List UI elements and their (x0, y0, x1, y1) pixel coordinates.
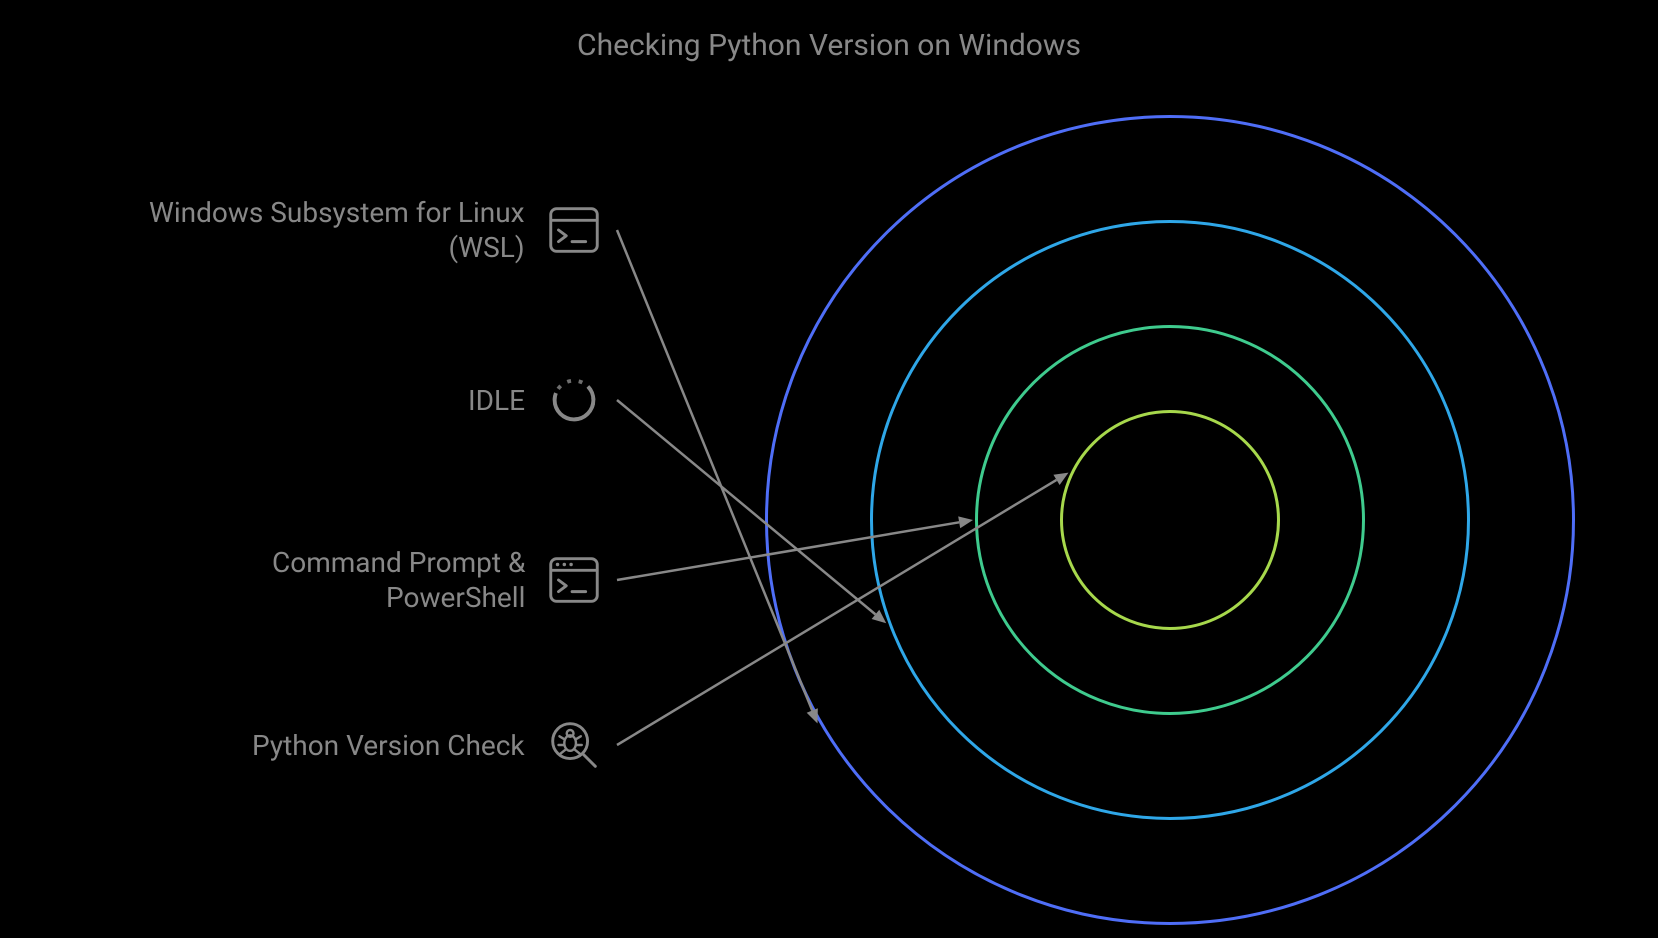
spinner-icon (543, 369, 605, 431)
shell-icon (543, 549, 605, 611)
terminal-icon (543, 199, 605, 261)
diagram-item-1: IDLE (468, 369, 605, 431)
shell-icon-wrapper (543, 549, 605, 611)
diagram-item-label: Python Version Check (252, 728, 525, 763)
bug-search-icon (543, 714, 605, 776)
diagram-item-0: Windows Subsystem for Linux (WSL) (149, 195, 605, 265)
diagram-item-label: Command Prompt & PowerShell (272, 545, 525, 615)
bug-search-icon-wrapper (543, 714, 605, 776)
diagram-item-label: Windows Subsystem for Linux (WSL) (149, 195, 525, 265)
diagram-item-3: Python Version Check (252, 714, 605, 776)
diagram-item-label: IDLE (468, 383, 525, 418)
diagram-item-2: Command Prompt & PowerShell (272, 545, 605, 615)
diagram-title: Checking Python Version on Windows (577, 28, 1081, 63)
terminal-icon-wrapper (543, 199, 605, 261)
ring-inner (1060, 410, 1280, 630)
spinner-icon-wrapper (543, 369, 605, 431)
